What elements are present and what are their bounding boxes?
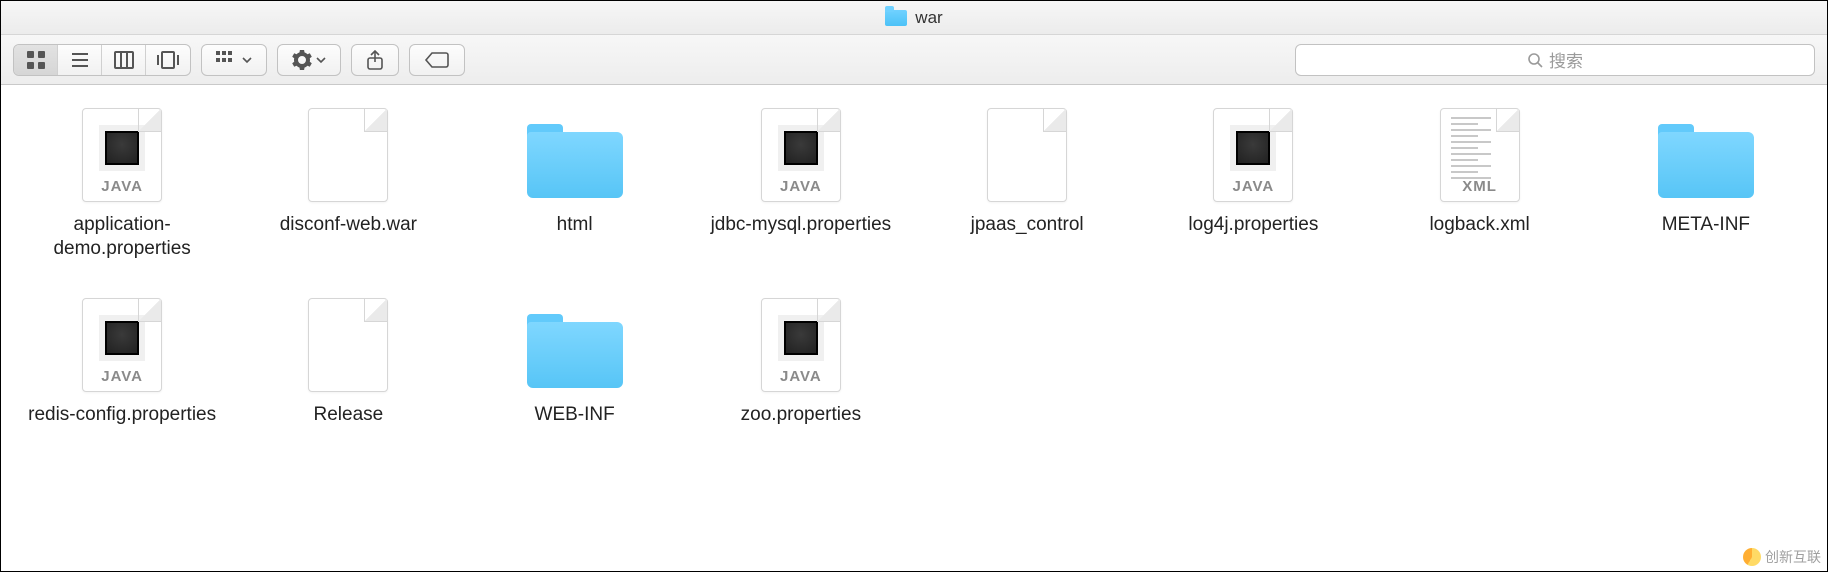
search-field[interactable]: 搜索	[1295, 44, 1815, 76]
file-item[interactable]: Release	[253, 295, 443, 427]
group-icon	[216, 51, 238, 69]
file-label: application-demo.properties	[27, 213, 217, 261]
file-item[interactable]: WEB-INF	[480, 295, 670, 427]
watermark: 创新互联	[1743, 547, 1821, 567]
file-item[interactable]: JAVA zoo.properties	[706, 295, 896, 427]
watermark-text: 创新互联	[1765, 547, 1821, 567]
grid-icon	[26, 50, 46, 70]
xml-file-icon: XML	[1430, 105, 1530, 205]
file-label: zoo.properties	[741, 403, 861, 427]
folder-icon	[525, 295, 625, 395]
file-item[interactable]: JAVA application-demo.properties	[27, 105, 217, 261]
file-item[interactable]: JAVA jdbc-mysql.properties	[706, 105, 896, 237]
chevron-down-icon	[316, 55, 326, 65]
gallery-icon	[156, 50, 180, 70]
list-icon	[70, 50, 90, 70]
file-label: jdbc-mysql.properties	[711, 213, 892, 237]
file-icon	[298, 295, 398, 395]
search-placeholder: 搜索	[1549, 47, 1583, 72]
file-icon	[977, 105, 1077, 205]
folder-icon	[1656, 105, 1756, 205]
file-grid: JAVA application-demo.properties disconf-w…	[1, 85, 1827, 485]
java-file-icon: JAVA	[1203, 105, 1303, 205]
file-label: html	[557, 213, 593, 237]
file-label: redis-config.properties	[28, 403, 216, 427]
file-item[interactable]: JAVA log4j.properties	[1158, 105, 1348, 237]
tag-icon	[424, 51, 450, 69]
title-folder-icon	[885, 10, 907, 26]
file-icon	[298, 105, 398, 205]
file-item[interactable]: jpaas_control	[932, 105, 1122, 237]
java-file-icon: JAVA	[72, 105, 172, 205]
view-mode-segment	[13, 44, 191, 76]
java-file-icon: JAVA	[72, 295, 172, 395]
gear-icon	[292, 50, 312, 70]
file-label: logback.xml	[1429, 213, 1529, 237]
file-item[interactable]: html	[480, 105, 670, 237]
columns-icon	[114, 50, 134, 70]
list-view-button[interactable]	[58, 45, 102, 75]
file-label: Release	[314, 403, 384, 427]
file-label: log4j.properties	[1188, 213, 1318, 237]
titlebar: war	[1, 1, 1827, 35]
file-item[interactable]: META-INF	[1611, 105, 1801, 237]
file-item[interactable]: XML logback.xml	[1385, 105, 1575, 237]
group-by-button[interactable]	[201, 44, 267, 76]
file-label: jpaas_control	[971, 213, 1084, 237]
gallery-view-button[interactable]	[146, 45, 190, 75]
file-item[interactable]: JAVA redis-config.properties	[27, 295, 217, 427]
toolbar: 搜索	[1, 35, 1827, 85]
share-icon	[366, 50, 384, 70]
window-title: war	[915, 8, 942, 28]
edit-tags-button[interactable]	[409, 44, 465, 76]
file-item[interactable]: disconf-web.war	[253, 105, 443, 237]
icon-view-button[interactable]	[14, 45, 58, 75]
action-menu-button[interactable]	[277, 44, 341, 76]
java-file-icon: JAVA	[751, 295, 851, 395]
chevron-down-icon	[242, 55, 252, 65]
column-view-button[interactable]	[102, 45, 146, 75]
java-file-icon: JAVA	[751, 105, 851, 205]
file-label: disconf-web.war	[280, 213, 417, 237]
search-icon	[1527, 52, 1543, 68]
watermark-logo-icon	[1743, 548, 1761, 566]
share-button[interactable]	[351, 44, 399, 76]
folder-icon	[525, 105, 625, 205]
file-label: META-INF	[1662, 213, 1750, 237]
file-label: WEB-INF	[535, 403, 615, 427]
